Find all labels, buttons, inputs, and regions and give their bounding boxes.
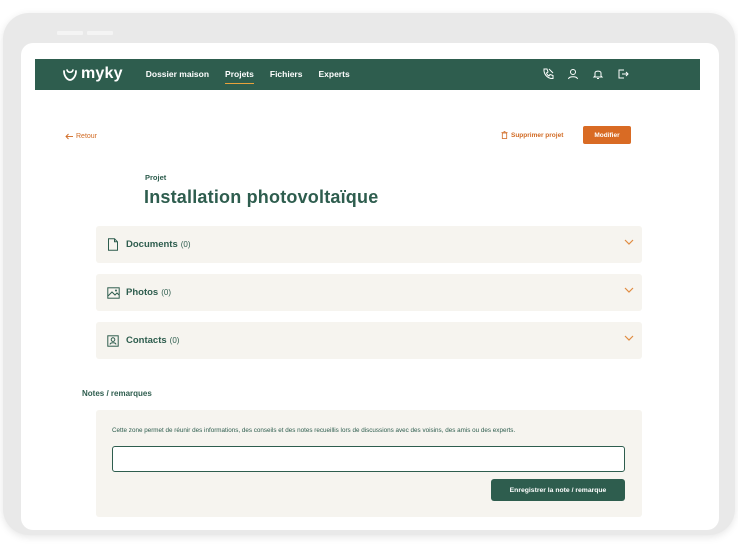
logo[interactable]: myky	[62, 64, 123, 83]
nav-dossier-maison[interactable]: Dossier maison	[146, 69, 209, 80]
contact-icon	[106, 334, 120, 348]
save-note-button[interactable]: Enregistrer la note / remarque	[491, 479, 625, 501]
accordion-contacts-title: Contacts	[126, 335, 167, 346]
project-label: Projet	[145, 173, 167, 182]
brand-name: myky	[81, 64, 123, 82]
accordion-contacts[interactable]: Contacts (0)	[96, 322, 642, 359]
app-screen: myky Dossier maison Projets Fichiers Exp…	[21, 43, 719, 530]
notes-panel: Cette zone permet de réunir des informat…	[96, 410, 642, 517]
delete-project-label: Supprimer projet	[511, 131, 564, 139]
chevron-down-icon	[624, 287, 634, 293]
nav-icons	[530, 67, 630, 81]
top-navbar: myky Dossier maison Projets Fichiers Exp…	[35, 59, 700, 90]
delete-project-button[interactable]: Supprimer projet	[501, 131, 563, 139]
tablet-frame: myky Dossier maison Projets Fichiers Exp…	[3, 13, 735, 535]
notes-input[interactable]	[112, 446, 625, 472]
edit-button[interactable]: Modifier	[583, 126, 631, 144]
accordion-photos-count: (0)	[161, 288, 171, 297]
chevron-down-icon	[624, 239, 634, 245]
back-label: Retour	[76, 133, 98, 140]
page-title: Installation photovoltaïque	[144, 187, 379, 207]
phone-icon[interactable]	[541, 67, 555, 81]
accordion-photos[interactable]: Photos (0)	[96, 274, 642, 311]
user-icon[interactable]	[566, 67, 580, 81]
nav-experts[interactable]: Experts	[318, 69, 349, 80]
back-link[interactable]: Retour	[65, 133, 97, 140]
brand-mark-icon	[63, 68, 77, 81]
arrow-left-icon	[65, 133, 73, 140]
notes-help-text: Cette zone permet de réunir des informat…	[112, 427, 516, 434]
image-icon	[106, 286, 120, 300]
nav-projets[interactable]: Projets	[225, 69, 254, 84]
bell-icon[interactable]	[591, 67, 605, 81]
accordion-photos-title: Photos	[126, 287, 159, 298]
accordion-documents-title: Documents	[126, 239, 178, 250]
notes-label: Notes / remarques	[82, 389, 152, 398]
accordion-documents[interactable]: Documents (0)	[96, 226, 642, 263]
trash-icon	[501, 131, 508, 139]
document-icon	[106, 238, 120, 252]
main-nav: Dossier maison Projets Fichiers Experts	[146, 69, 366, 84]
chevron-down-icon	[624, 335, 634, 341]
logout-icon[interactable]	[616, 67, 630, 81]
accordion-documents-count: (0)	[180, 240, 191, 249]
accordion-contacts-count: (0)	[169, 336, 180, 345]
nav-fichiers[interactable]: Fichiers	[270, 69, 303, 80]
frame-tabs	[57, 22, 117, 35]
